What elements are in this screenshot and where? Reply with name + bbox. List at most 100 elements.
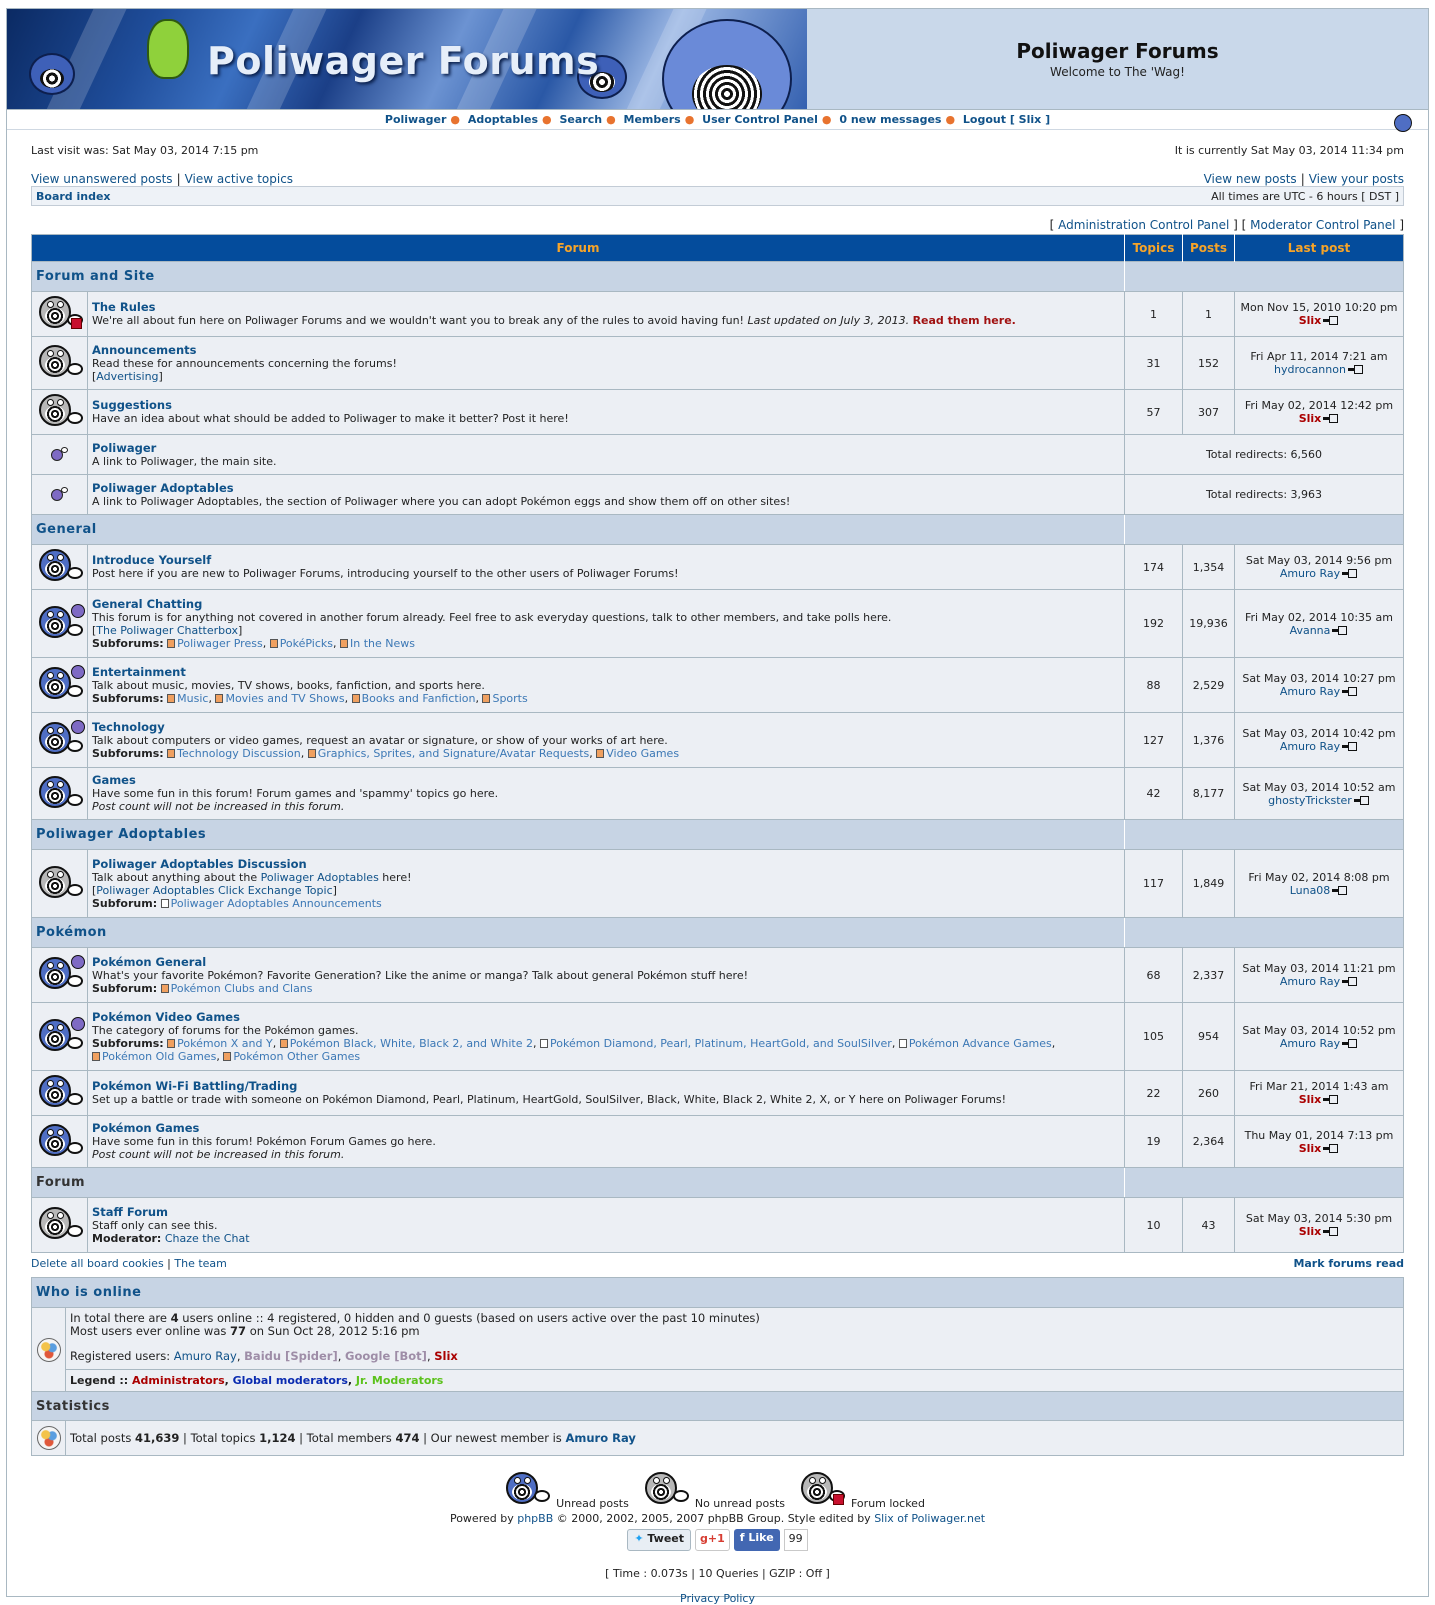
privacy-policy-link[interactable]: Privacy Policy — [680, 1592, 755, 1605]
forum-title-announcements[interactable]: Announcements — [92, 343, 1120, 357]
advertising-link[interactable]: Advertising — [96, 370, 158, 383]
view-latest-post-icon[interactable] — [1323, 414, 1339, 423]
last-post-user[interactable]: Amuro Ray — [1280, 567, 1340, 580]
mcp-link[interactable]: Moderator Control Panel — [1250, 218, 1395, 232]
subforum-link[interactable]: Video Games — [606, 747, 679, 760]
nav-search[interactable]: Search — [559, 113, 602, 126]
category-forum[interactable]: Forum — [36, 1175, 85, 1190]
view-latest-post-icon[interactable] — [1323, 316, 1339, 325]
subforum-link[interactable]: Books and Fanfiction — [362, 692, 476, 705]
view-latest-post-icon[interactable] — [1332, 625, 1348, 635]
last-post-user[interactable]: Amuro Ray — [1280, 685, 1340, 698]
last-post-user[interactable]: Amuro Ray — [1280, 975, 1340, 988]
forum-title-adopt-discussion[interactable]: Poliwager Adoptables Discussion — [92, 857, 1120, 871]
legend-global-moderators-link[interactable]: Global moderators — [233, 1374, 348, 1387]
view-latest-post-icon[interactable] — [1342, 1038, 1358, 1048]
last-post-user[interactable]: Slix — [1299, 412, 1322, 425]
subforum-link[interactable]: Pokémon X and Y — [177, 1037, 273, 1050]
category-forum-and-site[interactable]: Forum and Site — [36, 269, 155, 284]
forum-title-poliwager-adoptables[interactable]: Poliwager Adoptables — [92, 481, 1120, 495]
poliwager-adoptables-inline-link[interactable]: Poliwager Adoptables — [261, 871, 379, 884]
forum-title-suggestions[interactable]: Suggestions — [92, 399, 1120, 412]
subforum-link[interactable]: Technology Discussion — [177, 747, 301, 760]
view-active-link[interactable]: View active topics — [185, 172, 293, 186]
last-post-user[interactable]: hydrocannon — [1274, 363, 1346, 376]
subforum-link[interactable]: In the News — [350, 637, 415, 650]
view-latest-post-icon[interactable] — [1323, 1095, 1339, 1104]
forum-title-introduce[interactable]: Introduce Yourself — [92, 554, 1120, 567]
view-unanswered-link[interactable]: View unanswered posts — [31, 172, 173, 186]
view-new-posts-link[interactable]: View new posts — [1204, 172, 1297, 186]
click-exchange-link[interactable]: Poliwager Adoptables Click Exchange Topi… — [96, 884, 332, 897]
online-user-link[interactable]: Baidu [Spider] — [244, 1349, 338, 1363]
subforum-link[interactable]: Poliwager Adoptables Announcements — [171, 897, 382, 910]
view-latest-post-icon[interactable] — [1342, 569, 1358, 578]
nav-logout[interactable]: Logout [ Slix ] — [963, 113, 1050, 126]
chatterbox-link[interactable]: The Poliwager Chatterbox — [96, 624, 238, 637]
site-banner[interactable]: Poliwager Forums — [7, 9, 807, 109]
online-user-link[interactable]: Google [Bot] — [345, 1349, 427, 1363]
nav-user-control-panel[interactable]: User Control Panel — [702, 113, 818, 126]
newest-member-link[interactable]: Amuro Ray — [565, 1431, 635, 1445]
category-poliwager-adoptables[interactable]: Poliwager Adoptables — [36, 827, 206, 842]
style-author-link[interactable]: Slix of Poliwager.net — [874, 1512, 985, 1525]
subforum-link[interactable]: Pokémon Other Games — [233, 1050, 360, 1063]
view-latest-post-icon[interactable] — [1353, 795, 1370, 805]
last-post-user[interactable]: Amuro Ray — [1280, 1037, 1340, 1050]
view-your-posts-link[interactable]: View your posts — [1309, 172, 1404, 186]
forum-title-chatting[interactable]: General Chatting — [92, 597, 1120, 611]
facebook-like-button[interactable]: f Like — [733, 1529, 780, 1551]
mark-forums-read-link[interactable]: Mark forums read — [1293, 1257, 1404, 1270]
last-post-user[interactable]: Avanna — [1290, 624, 1331, 637]
forum-title-poliwager[interactable]: Poliwager — [92, 441, 1120, 455]
online-user-link[interactable]: Slix — [434, 1349, 458, 1363]
forum-title-pkmn-general[interactable]: Pokémon General — [92, 955, 1120, 969]
view-latest-post-icon[interactable] — [1342, 977, 1358, 986]
forum-title-games[interactable]: Games — [92, 774, 1120, 787]
board-index-link[interactable]: Board index — [36, 190, 111, 203]
view-latest-post-icon[interactable] — [1323, 1227, 1339, 1236]
subforum-link[interactable]: Pokémon Diamond, Pearl, Platinum, HeartG… — [550, 1037, 892, 1050]
nav-poliwager[interactable]: Poliwager — [385, 113, 447, 126]
last-post-user[interactable]: Slix — [1299, 314, 1322, 327]
google-plus-button[interactable]: g+1 — [695, 1529, 730, 1551]
subforum-link[interactable]: Poliwager Press — [177, 637, 263, 650]
subforum-link[interactable]: Movies and TV Shows — [225, 692, 344, 705]
acp-link[interactable]: Administration Control Panel — [1058, 218, 1229, 232]
last-post-user[interactable]: Slix — [1299, 1225, 1322, 1238]
subforum-link[interactable]: Pokémon Advance Games — [909, 1037, 1052, 1050]
last-post-user[interactable]: ghostyTrickster — [1268, 794, 1352, 807]
subforum-link[interactable]: Graphics, Sprites, and Signature/Avatar … — [318, 747, 590, 760]
rules-read-link[interactable]: Read them here. — [913, 314, 1016, 327]
forum-title-entertainment[interactable]: Entertainment — [92, 665, 1120, 679]
view-latest-post-icon[interactable] — [1342, 742, 1358, 751]
last-post-user[interactable]: Amuro Ray — [1280, 740, 1340, 753]
category-general[interactable]: General — [36, 522, 97, 537]
legend-administrators-link[interactable]: Administrators — [132, 1374, 225, 1387]
last-post-user[interactable]: Luna08 — [1290, 884, 1331, 897]
forum-title-pkmn-video[interactable]: Pokémon Video Games — [92, 1010, 1120, 1024]
nav-new-messages[interactable]: 0 new messages — [839, 113, 941, 126]
subforum-link[interactable]: Pokémon Old Games — [102, 1050, 216, 1063]
last-post-user[interactable]: Slix — [1299, 1093, 1322, 1106]
moderator-link[interactable]: Chaze the Chat — [165, 1232, 250, 1245]
forum-title-wifi[interactable]: Pokémon Wi-Fi Battling/Trading — [92, 1080, 1120, 1093]
forum-title-pkmn-games[interactable]: Pokémon Games — [92, 1122, 1120, 1135]
nav-members[interactable]: Members — [624, 113, 681, 126]
category-pokemon[interactable]: Pokémon — [36, 925, 107, 940]
subforum-link[interactable]: Pokémon Clubs and Clans — [171, 982, 313, 995]
subforum-link[interactable]: Sports — [492, 692, 527, 705]
subforum-link[interactable]: Pokémon Black, White, Black 2, and White… — [290, 1037, 533, 1050]
view-latest-post-icon[interactable] — [1347, 365, 1364, 374]
forum-title-rules[interactable]: The Rules — [92, 301, 1120, 314]
subforum-link[interactable]: PokéPicks — [280, 637, 333, 650]
subforum-link[interactable]: Music — [177, 692, 208, 705]
forum-title-technology[interactable]: Technology — [92, 720, 1120, 734]
view-latest-post-icon[interactable] — [1342, 687, 1358, 696]
view-latest-post-icon[interactable] — [1323, 1143, 1339, 1153]
nav-adoptables[interactable]: Adoptables — [468, 113, 538, 126]
who-is-online-heading[interactable]: Who is online — [32, 1278, 1403, 1308]
forum-title-staff[interactable]: Staff Forum — [92, 1205, 1120, 1219]
delete-cookies-link[interactable]: Delete all board cookies — [31, 1257, 164, 1270]
view-latest-post-icon[interactable] — [1332, 885, 1348, 895]
